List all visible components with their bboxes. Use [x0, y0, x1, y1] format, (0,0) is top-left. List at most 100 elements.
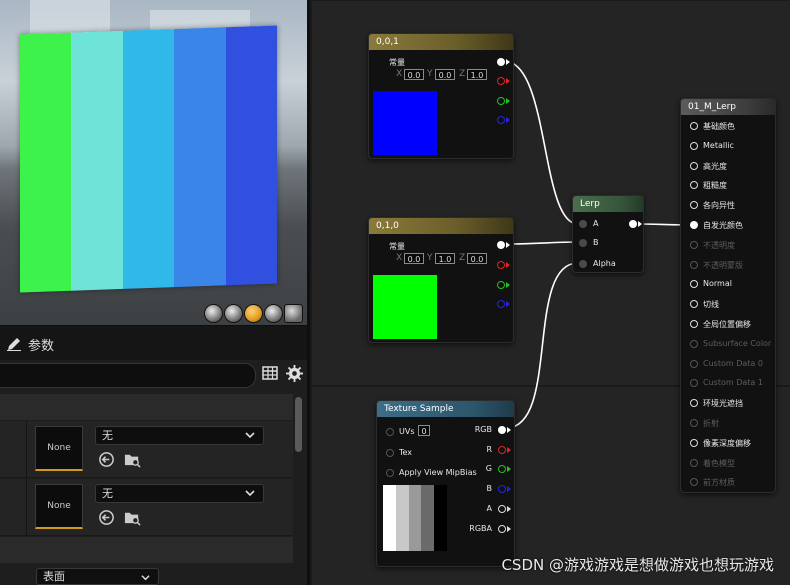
input-pin-a[interactable] [579, 220, 587, 228]
section-header[interactable] [0, 394, 293, 420]
preview-color-stripe [20, 32, 72, 293]
input-pin-apply-view-mipbias[interactable] [386, 469, 394, 477]
pin-arrow [507, 427, 511, 433]
material-input-pin[interactable] [690, 280, 698, 289]
node-title: Texture Sample [377, 401, 514, 417]
output-pin[interactable] [629, 220, 637, 228]
y-label: Y [427, 69, 433, 79]
cylinder-preview-icon[interactable] [204, 304, 223, 323]
constant3vector-node-green[interactable]: 0,1,0 常量 X 0.0 Y 1.0 Z 0.0 [368, 217, 514, 343]
use-selected-asset-icon[interactable] [98, 509, 115, 526]
chevron-down-icon [141, 575, 150, 581]
material-input-pin[interactable] [690, 478, 698, 487]
pin-arrow [506, 282, 510, 288]
y-value-field[interactable]: 0.0 [435, 69, 455, 80]
output-pin-rgb[interactable] [497, 241, 505, 249]
use-selected-asset-icon[interactable] [98, 451, 115, 468]
chevron-down-icon [245, 490, 255, 497]
texture-asset-dropdown[interactable]: 无 [95, 484, 264, 503]
output-pin-a[interactable] [498, 505, 506, 513]
texture-thumbnail[interactable]: None [35, 426, 83, 471]
material-input-label: 前方材质 [703, 478, 735, 488]
texture-asset-dropdown-value: 无 [102, 429, 113, 442]
x-value-field[interactable]: 0.0 [404, 253, 424, 264]
tab-parameters[interactable]: 参数 [6, 333, 54, 355]
material-input-pin[interactable] [690, 379, 698, 388]
material-input-label: Metallic [703, 140, 734, 150]
material-input-label: Subsurface Color [703, 338, 772, 348]
x-value-field[interactable]: 0.0 [404, 69, 424, 80]
material-input-pin[interactable] [690, 419, 698, 427]
material-input-pin[interactable] [690, 161, 698, 170]
input-pin-tex[interactable] [386, 449, 394, 457]
constant3vector-node-blue[interactable]: 0,0,1 常量 X 0.0 Y 0.0 Z 1.0 [368, 33, 514, 159]
input-pin-uvs[interactable] [386, 428, 394, 436]
output-pin-r[interactable] [497, 77, 505, 85]
z-value-field[interactable]: 1.0 [467, 69, 487, 80]
output-pin-b[interactable] [497, 116, 505, 124]
output-pin-g[interactable] [497, 97, 505, 105]
material-preview-viewport[interactable] [0, 0, 307, 325]
plane-preview-icon[interactable] [244, 304, 263, 323]
pencil-icon [7, 338, 21, 351]
browse-asset-icon[interactable] [124, 451, 141, 468]
material-input-pin[interactable] [690, 201, 698, 210]
material-input-pin[interactable] [690, 339, 698, 348]
output-pin-b[interactable] [497, 300, 505, 308]
output-pin-r[interactable] [498, 446, 506, 454]
gear-icon[interactable] [286, 365, 303, 382]
color-swatch [373, 91, 437, 155]
output-pin-g[interactable] [497, 281, 505, 289]
output-pin-b[interactable] [498, 485, 506, 493]
material-input-pin[interactable] [690, 359, 698, 368]
pin-arrow [507, 526, 511, 532]
y-value-field[interactable]: 1.0 [435, 253, 455, 264]
constant-label: 常量 [389, 242, 405, 251]
pin-arrow [638, 221, 642, 227]
material-input-pin[interactable] [690, 399, 698, 408]
material-input-pin[interactable] [690, 438, 698, 447]
material-input-pin[interactable] [690, 300, 698, 309]
preview-color-stripe [71, 30, 123, 291]
uvs-index-field[interactable]: 0 [418, 425, 430, 436]
preview-color-stripe [225, 25, 278, 286]
output-pin-g[interactable] [498, 465, 506, 473]
row-divider [26, 479, 27, 535]
material-input-pin[interactable] [690, 458, 698, 467]
material-result-node[interactable]: 01_M_Lerp 基础颜色 Metallic 高光度 粗糙度 各向异性 自发光颜色 不透明… [680, 98, 776, 493]
teapot-preview-icon[interactable] [284, 304, 303, 323]
table-view-icon[interactable] [262, 365, 278, 381]
pin-arrow [506, 59, 510, 65]
pin-arrow [507, 506, 511, 512]
material-input-pin[interactable] [690, 122, 698, 130]
input-pin-alpha[interactable] [579, 260, 587, 268]
output-pin-rgb[interactable] [498, 426, 506, 434]
material-input-pin[interactable] [690, 260, 698, 269]
material-input-pin[interactable] [690, 221, 698, 229]
output-pin-r[interactable] [497, 261, 505, 269]
material-input-pin[interactable] [690, 240, 698, 249]
x-label: X [396, 69, 403, 79]
pin-label-alpha: Alpha [593, 259, 616, 268]
section-header[interactable] [0, 537, 293, 563]
material-input-pin[interactable] [690, 181, 698, 190]
material-input-pin[interactable] [690, 141, 698, 150]
texture-thumbnail[interactable]: None [35, 484, 83, 529]
material-domain-dropdown[interactable]: 表面 [36, 568, 159, 585]
search-input[interactable] [0, 363, 256, 388]
texture-asset-dropdown[interactable]: 无 [95, 426, 264, 445]
material-input-pin[interactable] [690, 320, 698, 328]
browse-asset-icon[interactable] [124, 509, 141, 526]
sphere-preview-icon[interactable] [224, 304, 243, 323]
material-graph-canvas[interactable]: 0,0,1 常量 X 0.0 Y 0.0 Z 1.0 0,1,0 常量 X 0.… [307, 0, 790, 585]
input-pin-b[interactable] [579, 239, 587, 247]
panel-scrollbar[interactable] [295, 397, 302, 452]
node-title: 01_M_Lerp [681, 99, 775, 115]
cube-preview-icon[interactable] [264, 304, 283, 323]
z-value-field[interactable]: 0.0 [467, 253, 487, 264]
lerp-node[interactable]: Lerp A B Alpha [572, 195, 644, 273]
output-pin-rgb[interactable] [497, 58, 505, 66]
output-pin-rgba[interactable] [498, 525, 506, 533]
pin-arrow [507, 486, 511, 492]
texture-sample-node[interactable]: Texture Sample UVs 0 Tex Apply View MipB… [376, 400, 515, 567]
